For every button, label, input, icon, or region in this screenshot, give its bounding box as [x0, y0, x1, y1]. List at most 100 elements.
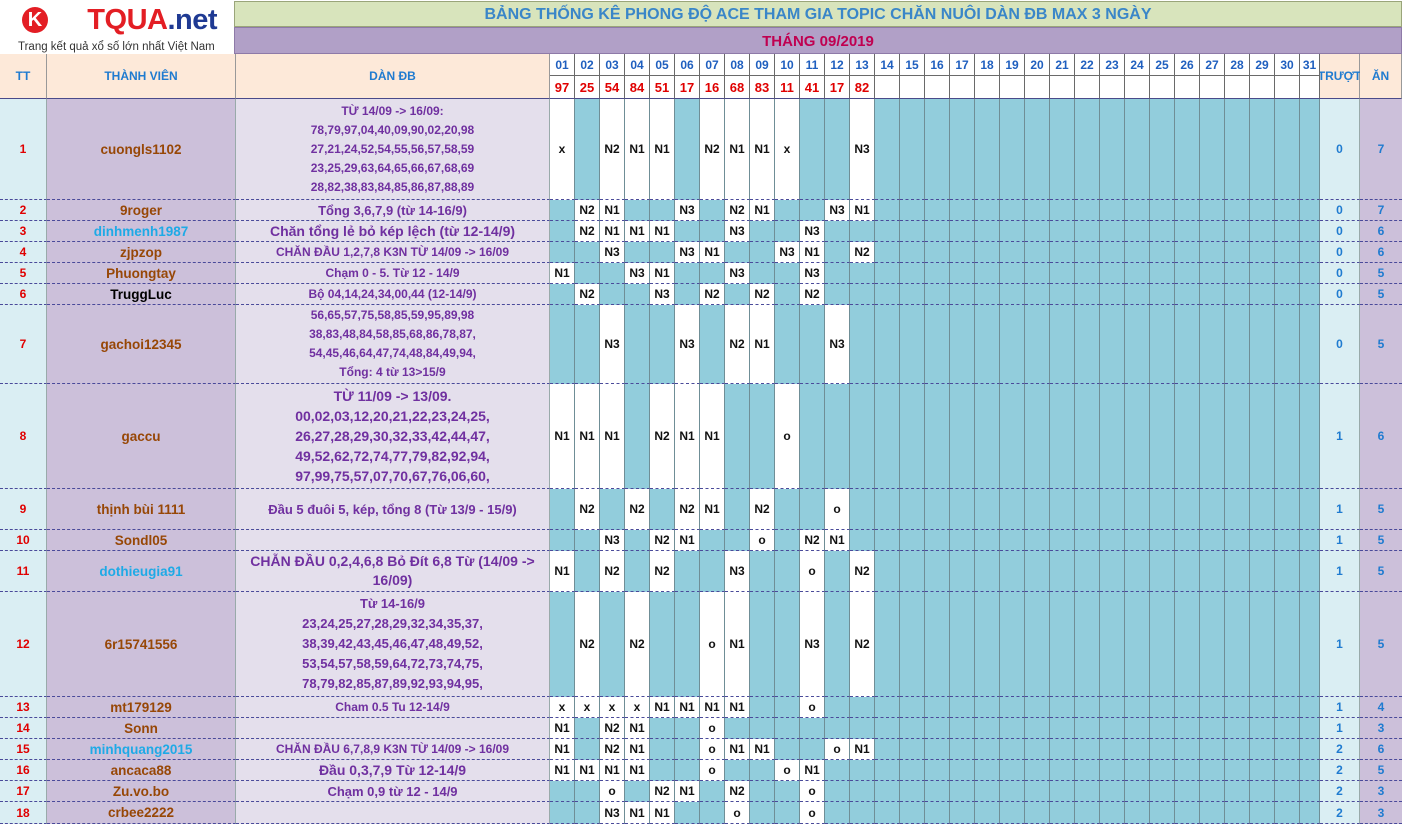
day-cell-26[interactable]	[1175, 697, 1200, 718]
day-cell-21[interactable]	[1050, 305, 1075, 384]
day-cell-01[interactable]: N1	[550, 760, 575, 781]
day-cell-08[interactable]	[725, 530, 750, 551]
day-cell-20[interactable]	[1025, 781, 1050, 802]
day-cell-29[interactable]	[1250, 739, 1275, 760]
day-cell-11[interactable]: o	[800, 697, 825, 718]
day-cell-02[interactable]: N1	[575, 760, 600, 781]
day-cell-24[interactable]	[1125, 697, 1150, 718]
day-cell-13[interactable]	[850, 263, 875, 284]
day-cell-16[interactable]	[925, 305, 950, 384]
day-cell-10[interactable]	[775, 592, 800, 697]
day-cell-14[interactable]	[875, 384, 900, 489]
day-cell-07[interactable]	[700, 221, 725, 242]
day-cell-02[interactable]	[575, 718, 600, 739]
day-cell-28[interactable]	[1225, 802, 1250, 824]
day-cell-02[interactable]: N2	[575, 592, 600, 697]
day-cell-07[interactable]: N1	[700, 242, 725, 263]
day-cell-07[interactable]: N1	[700, 384, 725, 489]
day-cell-24[interactable]	[1125, 718, 1150, 739]
day-cell-06[interactable]	[675, 718, 700, 739]
day-cell-01[interactable]	[550, 592, 575, 697]
day-cell-17[interactable]	[950, 802, 975, 824]
day-cell-26[interactable]	[1175, 551, 1200, 592]
miss-count[interactable]: 0	[1320, 284, 1360, 305]
day-cell-25[interactable]	[1150, 221, 1175, 242]
day-cell-09[interactable]: o	[750, 530, 775, 551]
day-cell-15[interactable]	[900, 697, 925, 718]
dan-db-cell[interactable]: Cham 0.5 Tu 12-14/9	[236, 697, 550, 718]
day-cell-07[interactable]: o	[700, 718, 725, 739]
day-cell-14[interactable]	[875, 305, 900, 384]
day-cell-07[interactable]: o	[700, 760, 725, 781]
dan-db-cell[interactable]: TỪ 14/09 -> 16/09: 78,79,97,04,40,09,90,0…	[236, 99, 550, 200]
day-cell-05[interactable]	[650, 718, 675, 739]
day-cell-08[interactable]: N2	[725, 781, 750, 802]
day-cell-08[interactable]: N1	[725, 99, 750, 200]
day-cell-20[interactable]	[1025, 263, 1050, 284]
day-cell-23[interactable]	[1100, 242, 1125, 263]
day-cell-17[interactable]	[950, 221, 975, 242]
day-cell-16[interactable]	[925, 263, 950, 284]
dan-db-cell[interactable]: 56,65,57,75,58,85,59,95,89,98 38,83,48,84…	[236, 305, 550, 384]
day-cell-31[interactable]	[1300, 592, 1320, 697]
day-result-26[interactable]	[1175, 76, 1200, 99]
miss-count[interactable]: 1	[1320, 384, 1360, 489]
day-cell-31[interactable]	[1300, 760, 1320, 781]
day-cell-14[interactable]	[875, 718, 900, 739]
day-cell-31[interactable]	[1300, 739, 1320, 760]
day-cell-12[interactable]	[825, 242, 850, 263]
day-cell-12[interactable]: o	[825, 739, 850, 760]
day-cell-13[interactable]	[850, 530, 875, 551]
day-cell-09[interactable]: N1	[750, 739, 775, 760]
day-cell-24[interactable]	[1125, 489, 1150, 530]
day-cell-06[interactable]: N3	[675, 305, 700, 384]
day-cell-04[interactable]	[625, 242, 650, 263]
day-result-31[interactable]	[1300, 76, 1320, 99]
day-cell-09[interactable]	[750, 697, 775, 718]
day-cell-06[interactable]	[675, 760, 700, 781]
day-cell-17[interactable]	[950, 263, 975, 284]
day-cell-16[interactable]	[925, 592, 950, 697]
day-cell-06[interactable]	[675, 99, 700, 200]
member-name[interactable]: ancaca88	[47, 760, 236, 781]
dan-db-cell[interactable]: Chạm 0,9 từ 12 - 14/9	[236, 781, 550, 802]
day-cell-11[interactable]	[800, 489, 825, 530]
day-cell-23[interactable]	[1100, 305, 1125, 384]
day-cell-25[interactable]	[1150, 305, 1175, 384]
day-cell-25[interactable]	[1150, 284, 1175, 305]
day-cell-16[interactable]	[925, 242, 950, 263]
header-miss[interactable]: TRƯỢT	[1318, 54, 1361, 99]
miss-count[interactable]: 0	[1320, 200, 1360, 221]
day-cell-23[interactable]	[1100, 718, 1125, 739]
dan-db-cell[interactable]: CHẴN ĐẦU 0,2,4,6,8 Bỏ Đít 6,8 Từ (14/09 …	[236, 551, 550, 592]
day-cell-13[interactable]	[850, 384, 875, 489]
member-name[interactable]: crbee2222	[47, 802, 236, 824]
day-cell-11[interactable]: N1	[800, 760, 825, 781]
day-cell-29[interactable]	[1250, 284, 1275, 305]
day-cell-23[interactable]	[1100, 221, 1125, 242]
day-cell-30[interactable]	[1275, 384, 1300, 489]
day-cell-16[interactable]	[925, 781, 950, 802]
day-number-19[interactable]: 19	[1000, 54, 1025, 76]
day-cell-08[interactable]	[725, 718, 750, 739]
day-cell-04[interactable]: N1	[625, 760, 650, 781]
day-cell-23[interactable]	[1100, 99, 1125, 200]
day-result-01[interactable]: 97	[550, 76, 575, 99]
day-cell-14[interactable]	[875, 697, 900, 718]
day-cell-27[interactable]	[1200, 718, 1225, 739]
day-cell-15[interactable]	[900, 221, 925, 242]
day-cell-25[interactable]	[1150, 384, 1175, 489]
day-cell-10[interactable]	[775, 802, 800, 824]
day-cell-11[interactable]: N3	[800, 263, 825, 284]
day-number-07[interactable]: 07	[700, 54, 725, 76]
day-cell-29[interactable]	[1250, 221, 1275, 242]
day-cell-30[interactable]	[1275, 697, 1300, 718]
day-cell-18[interactable]	[975, 489, 1000, 530]
day-cell-13[interactable]	[850, 305, 875, 384]
day-cell-13[interactable]: N2	[850, 551, 875, 592]
miss-count[interactable]: 1	[1320, 718, 1360, 739]
day-cell-18[interactable]	[975, 200, 1000, 221]
day-cell-17[interactable]	[950, 530, 975, 551]
day-cell-20[interactable]	[1025, 221, 1050, 242]
day-cell-22[interactable]	[1075, 221, 1100, 242]
